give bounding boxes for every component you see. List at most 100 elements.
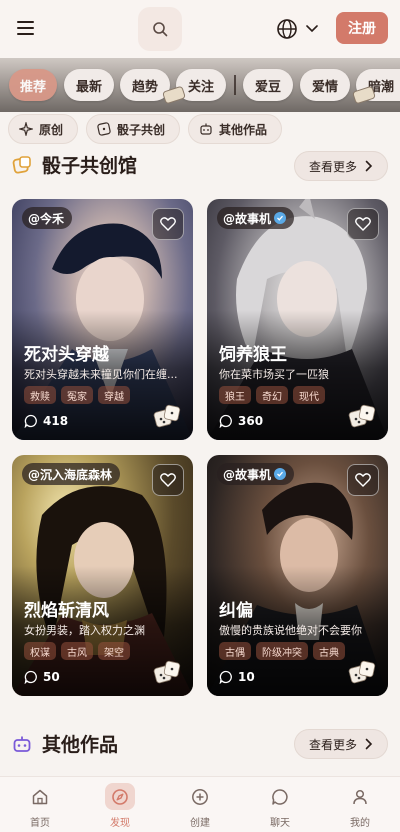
see-more-button[interactable]: 查看更多 [294,729,388,759]
chip-label: 原创 [39,122,64,137]
tag: 古典 [313,642,345,660]
see-more-button[interactable]: 查看更多 [294,151,388,181]
tab-idol[interactable]: 爱豆 [243,69,293,101]
tag: 救赎 [24,386,56,404]
author-name: @沉入海底森林 [28,467,113,482]
nav-label: 聊天 [270,818,290,829]
chip-label: 其他作品 [219,122,268,137]
dice-icon [348,404,376,428]
story-card[interactable]: @沉入海底森林 烈焰斩清风 女扮男装，踏入权力之渊 权谋 古风 架空 50 [12,455,193,696]
register-button[interactable]: 注册 [336,12,388,44]
heart-icon [355,473,371,487]
chevron-right-icon [365,738,373,750]
tab-divider [234,75,236,95]
chat-count: 50 [24,670,60,684]
author-badge: @沉入海底森林 [22,463,121,485]
chat-bubble-icon [24,414,37,428]
card-description: 你在菜市场买了一匹狼 [219,368,329,381]
chat-count-value: 418 [43,414,69,428]
card-title: 死对头穿越 [24,345,109,365]
tag: 冤家 [61,386,93,404]
dice-icon [12,155,31,174]
story-card[interactable]: @故事机 纠偏 傲慢的贵族说他绝对不会要你 古偶 阶级冲突 古典 10 [207,455,388,696]
tab-recommended[interactable]: 推荐 [9,69,57,101]
chat-count-value: 50 [43,670,60,684]
dice-icon [153,660,181,684]
tag: 古风 [61,642,93,660]
favorite-button[interactable] [152,464,184,496]
chat-bubble-icon [24,670,37,684]
nav-home[interactable]: 首页 [10,783,70,829]
chat-bubble-icon [219,414,232,428]
tab-latest[interactable]: 最新 [64,69,114,101]
chevron-right-icon [365,160,373,172]
scroll-icon [352,86,376,104]
see-more-label: 查看更多 [308,159,357,174]
nav-discover[interactable]: 发现 [90,783,150,829]
story-card[interactable]: @今禾 死对头穿越 死对头穿越未来撞见你们在缠... 救赎 冤家 穿越 418 [12,199,193,440]
chip-dice-cocreate[interactable]: 骰子共创 [86,114,180,144]
chip-label: 骰子共创 [117,122,166,137]
heart-icon [355,217,371,231]
nav-create[interactable]: 创建 [170,783,230,829]
tag: 古偶 [219,642,251,660]
tag: 阶级冲突 [256,642,308,660]
see-more-label: 查看更多 [308,737,357,752]
search-button[interactable] [138,7,182,51]
chat-count-value: 10 [238,670,255,684]
card-tags: 狼王 奇幻 现代 [219,386,325,404]
author-badge: @今禾 [22,207,73,229]
chat-count: 10 [219,670,255,684]
favorite-button[interactable] [347,464,379,496]
chat-count: 360 [219,414,263,428]
tab-romance[interactable]: 爱情 [300,69,350,101]
author-name: @故事机 [223,467,272,482]
chip-original[interactable]: 原创 [8,114,78,144]
dice-icon [348,660,376,684]
compass-icon [112,788,128,805]
nav-label: 发现 [110,818,130,829]
bottom-navigation: 首页 发现 创建 聊天 我的 [0,776,400,832]
robot-icon [13,736,31,752]
robot-icon [200,123,212,135]
menu-icon[interactable] [12,14,40,42]
card-description: 女扮男装，踏入权力之渊 [24,624,145,637]
tag: 权谋 [24,642,56,660]
home-icon [32,789,48,804]
favorite-button[interactable] [152,208,184,240]
card-tags: 古偶 阶级冲突 古典 [219,642,345,660]
chat-count-value: 360 [238,414,264,428]
chevron-down-icon [306,25,318,33]
tag: 现代 [293,386,325,404]
author-badge: @故事机 [217,207,295,229]
nav-profile[interactable]: 我的 [330,783,390,829]
dice-icon [97,122,111,136]
feed-tabs: 推荐 最新 趋势 关注 爱豆 爱情 暗潮 [0,58,400,112]
section-other-title: 其他作品 [12,730,118,757]
nav-label: 首页 [30,818,50,829]
section-title-text: 骰子共创馆 [42,155,138,177]
chat-count: 418 [24,414,68,428]
favorite-button[interactable] [347,208,379,240]
tag: 狼王 [219,386,251,404]
author-badge: @故事机 [217,463,295,485]
story-card[interactable]: @故事机 饲养狼王 你在菜市场买了一匹狼 狼王 奇幻 现代 360 [207,199,388,440]
globe-icon [277,19,297,39]
tag: 奇幻 [256,386,288,404]
card-tags: 救赎 冤家 穿越 [24,386,130,404]
nav-label: 创建 [190,818,210,829]
card-title: 饲养狼王 [219,345,287,365]
tag: 架空 [98,642,130,660]
card-description: 傲慢的贵族说他绝对不会要你 [219,624,362,637]
top-bar: 注册 [0,0,400,58]
tag: 穿越 [98,386,130,404]
chip-other-works[interactable]: 其他作品 [188,114,282,144]
user-icon [353,789,367,804]
nav-label: 我的 [350,818,370,829]
section-dice-title: 骰子共创馆 [12,151,137,178]
search-icon [153,22,168,37]
nav-chat[interactable]: 聊天 [250,783,310,829]
card-title: 纠偏 [219,601,253,621]
language-selector[interactable] [276,14,326,44]
chat-bubble-icon [219,670,232,684]
